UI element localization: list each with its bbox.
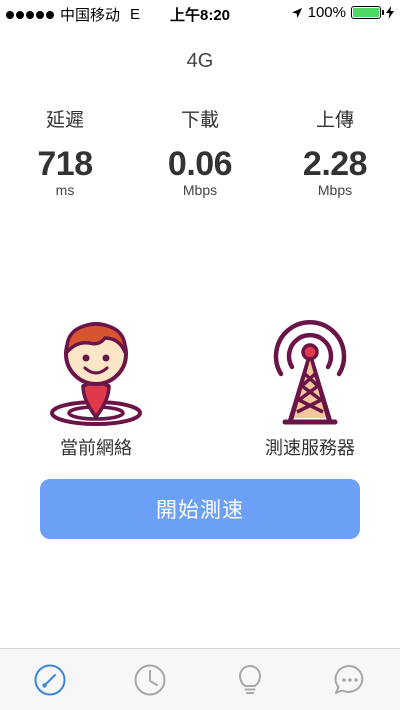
lightbulb-icon: [239, 664, 261, 694]
status-right: 100%: [291, 4, 394, 21]
upload-metric: 上傳 2.28 Mbps: [270, 105, 400, 198]
status-bar: 中国移动 E 上午8:20 100%: [0, 0, 400, 26]
network-type: 4G: [186, 50, 214, 72]
battery-icon: [351, 6, 384, 19]
metric-label: 延遲: [45, 110, 84, 131]
tab-history[interactable]: [100, 649, 200, 710]
signal-tower-icon: [273, 320, 347, 425]
metric-label: 下載: [180, 110, 219, 131]
metric-unit: Mbps: [182, 182, 218, 198]
latency-metric: 延遲 718 ms: [0, 105, 130, 198]
start-speed-test-button[interactable]: 開始測速: [40, 479, 360, 539]
location-arrow-icon: [291, 7, 302, 18]
metric-unit: Mbps: [317, 182, 353, 198]
speedometer-icon: [34, 664, 66, 695]
metric-value: 0.06: [167, 145, 233, 183]
tab-more[interactable]: [300, 649, 400, 710]
metric-value: 718: [37, 145, 93, 183]
metric-unit: ms: [55, 182, 75, 198]
download-metric: 下載 0.06 Mbps: [135, 105, 265, 198]
battery-percent: 100%: [307, 4, 346, 21]
current-network-label: 當前網絡: [60, 438, 132, 458]
clock-icon: [134, 664, 166, 695]
chat-bubble-icon: [334, 664, 364, 694]
metric-label: 上傳: [315, 110, 354, 131]
test-server-label: 測速服務器: [265, 438, 355, 458]
metric-value: 2.28: [302, 145, 368, 183]
charging-bolt-icon: [386, 6, 394, 19]
tab-tips[interactable]: [200, 649, 300, 710]
user-location-icon: [50, 322, 142, 426]
current-network[interactable]: 當前網絡: [6, 316, 186, 460]
tab-speed-test[interactable]: [0, 649, 100, 710]
tab-bar: [0, 648, 400, 710]
test-server[interactable]: 測速服務器: [220, 316, 400, 460]
